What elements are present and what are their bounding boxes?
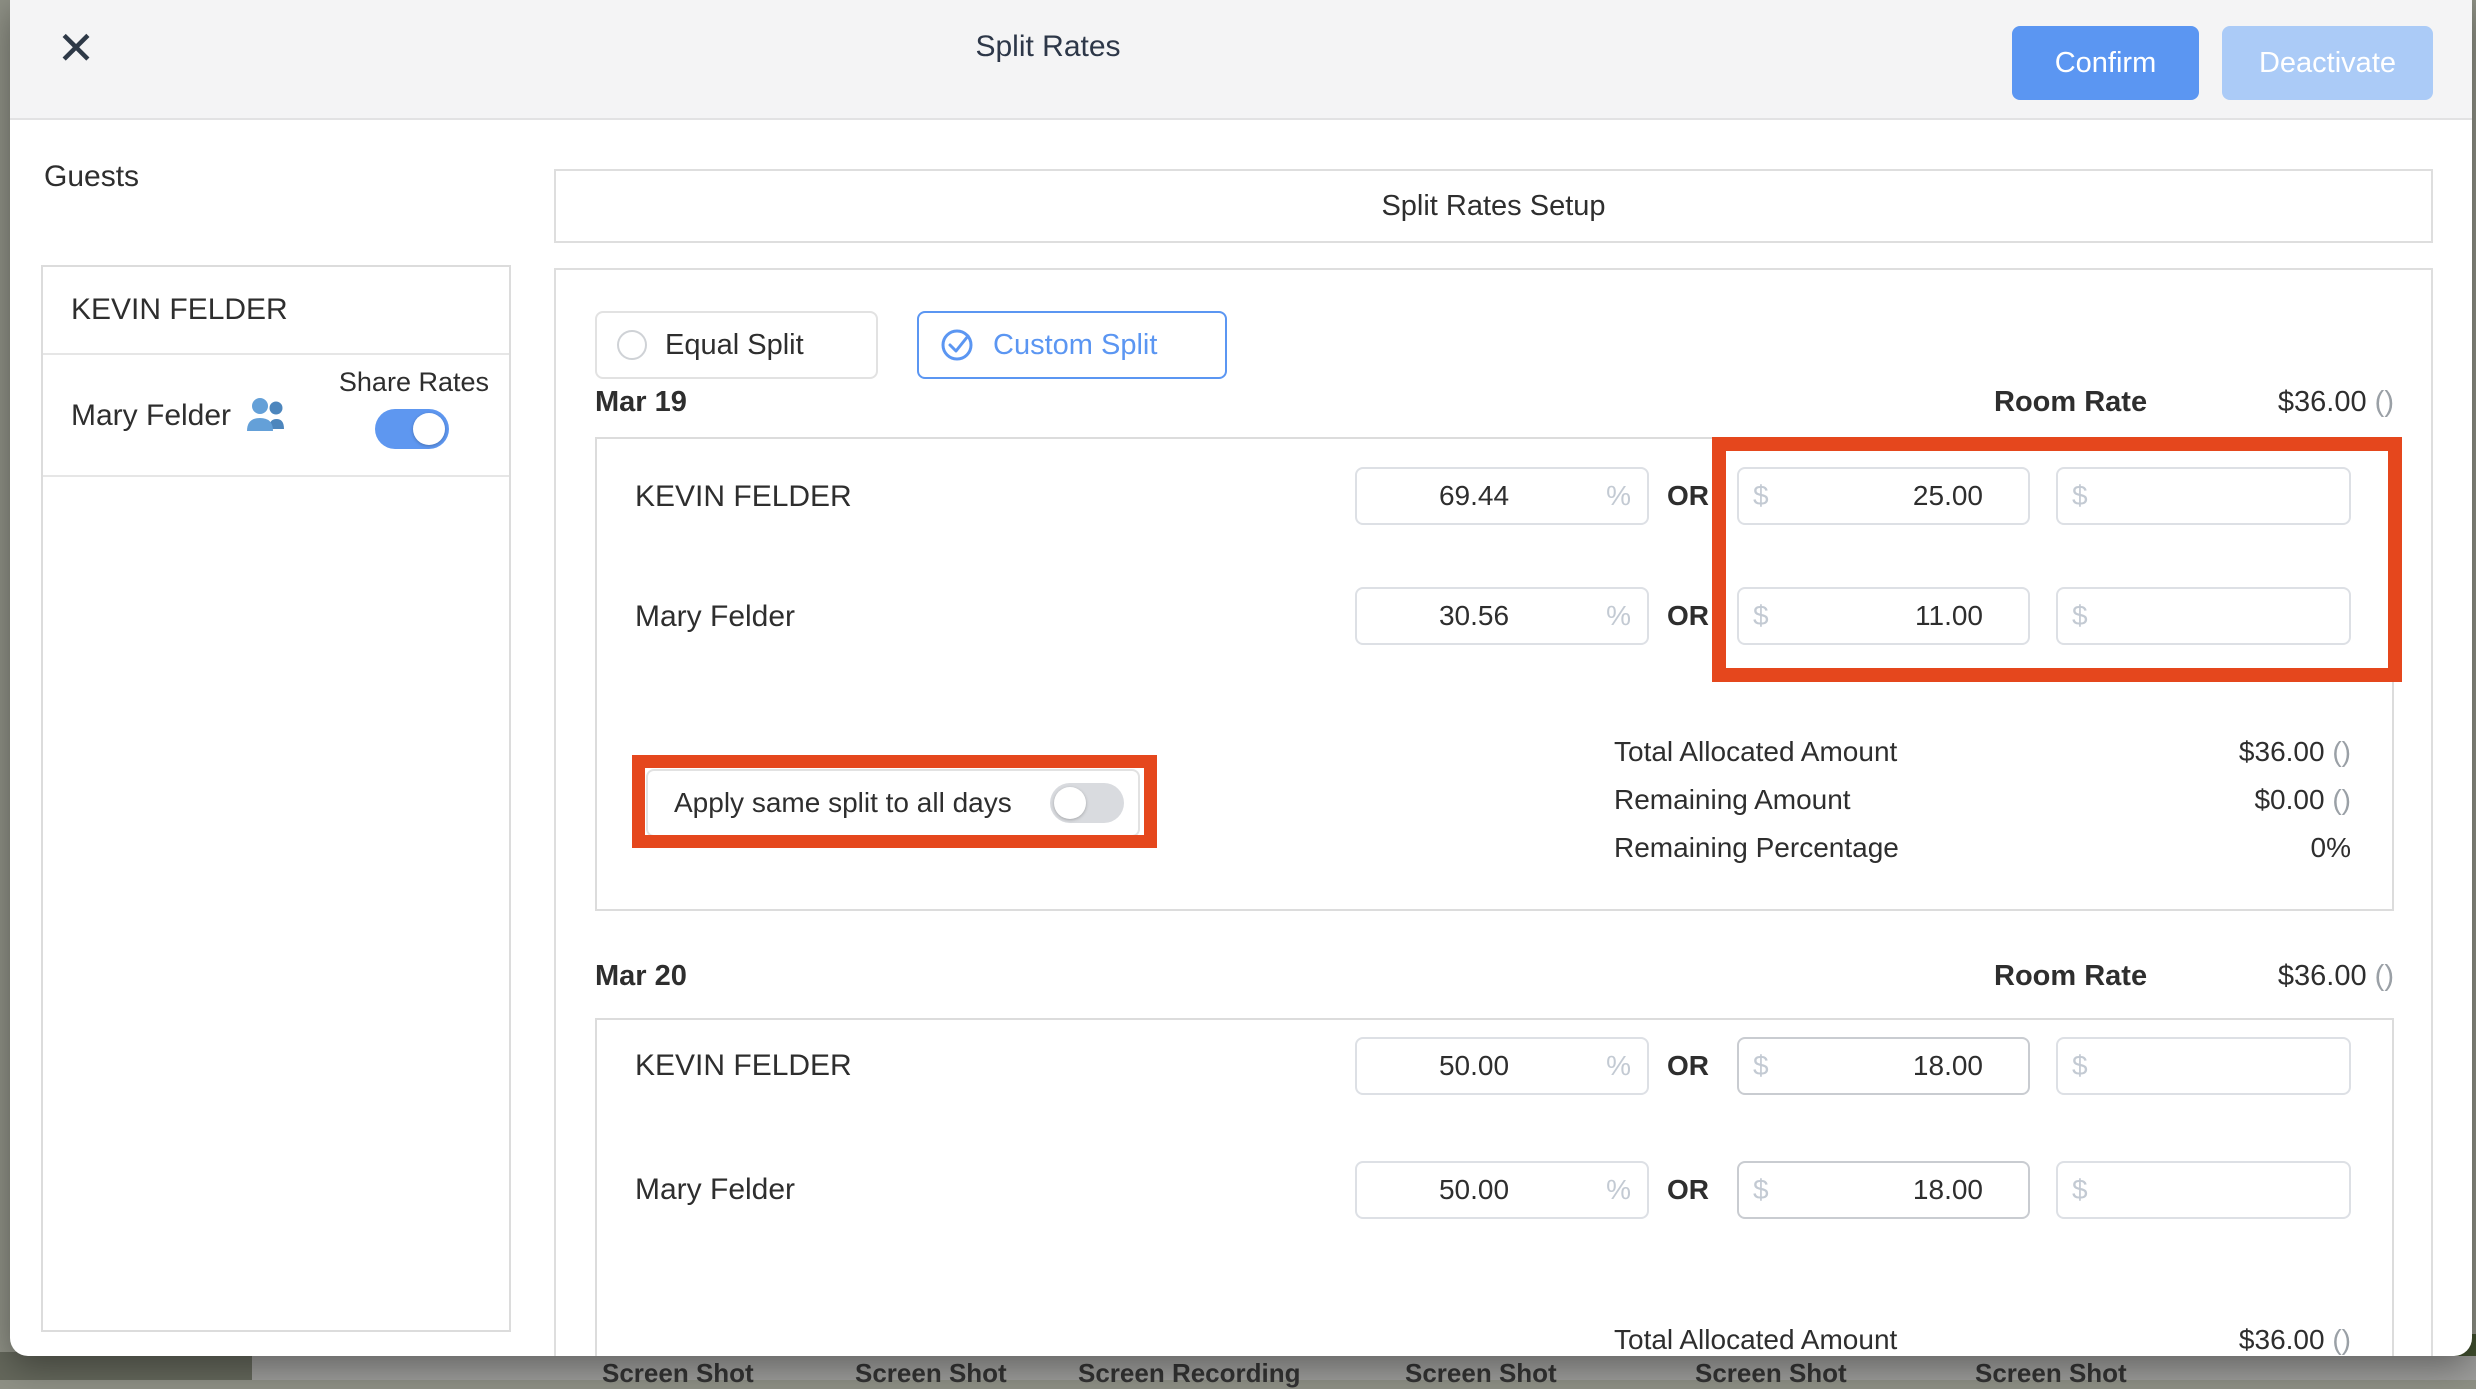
dollar-prefix: $ xyxy=(2058,1174,2088,1206)
remaining-percentage-value: 0% xyxy=(2051,830,2351,866)
percent-suffix: % xyxy=(1606,600,1631,632)
setup-title: Split Rates Setup xyxy=(1381,190,1605,223)
room-rate-label: Room Rate xyxy=(1994,960,2147,993)
amount-input-empty[interactable]: $ xyxy=(2056,1037,2351,1095)
dollar-prefix: $ xyxy=(1739,480,1769,512)
desktop-file-label[interactable]: Screen Shot xyxy=(855,1358,1007,1389)
share-rates-toggle[interactable] xyxy=(375,409,449,449)
dollar-prefix: $ xyxy=(1739,1174,1769,1206)
radio-unchecked-icon xyxy=(617,330,647,360)
apply-same-split-control: Apply same split to all days xyxy=(646,769,1140,837)
percent-suffix: % xyxy=(1606,480,1631,512)
equal-split-option[interactable]: Equal Split xyxy=(595,311,878,379)
split-row-name: KEVIN FELDER xyxy=(635,478,852,516)
or-label: OR xyxy=(1660,1037,1716,1095)
guest-name: Mary Felder xyxy=(71,399,231,433)
desktop-file-label[interactable]: Screen Shot xyxy=(1405,1358,1557,1389)
percent-suffix: % xyxy=(1606,1050,1631,1082)
amount-input-empty[interactable]: $ xyxy=(2056,1161,2351,1219)
close-icon[interactable]: ✕ xyxy=(48,20,104,76)
remaining-percentage-label: Remaining Percentage xyxy=(1614,830,1899,866)
dollar-prefix: $ xyxy=(1739,600,1769,632)
custom-split-option[interactable]: Custom Split xyxy=(917,311,1227,379)
primary-guest-name: KEVIN FELDER xyxy=(71,293,288,327)
room-rate-value: $36.00 () xyxy=(2154,386,2394,419)
percent-suffix: % xyxy=(1606,1174,1631,1206)
dollar-prefix: $ xyxy=(2058,480,2088,512)
split-row-name: KEVIN FELDER xyxy=(635,1047,852,1085)
primary-guest-row[interactable]: KEVIN FELDER xyxy=(43,267,509,355)
percent-input[interactable]: 50.00 % xyxy=(1355,1161,1649,1219)
dollar-prefix: $ xyxy=(2058,600,2088,632)
amount-input[interactable]: $ 11.00 xyxy=(1737,587,2030,645)
desktop-strip-left xyxy=(0,1352,252,1380)
desktop-file-label[interactable]: Screen Shot xyxy=(602,1358,754,1389)
split-row-name: Mary Felder xyxy=(635,598,795,636)
remaining-amount-label: Remaining Amount xyxy=(1614,782,1851,818)
percent-input[interactable]: 30.56 % xyxy=(1355,587,1649,645)
desktop-file-label[interactable]: Screen Shot xyxy=(1695,1358,1847,1389)
amount-input-empty[interactable]: $ xyxy=(2056,467,2351,525)
modal-header: ✕ Split Rates Confirm Deactivate xyxy=(10,0,2472,120)
day-date: Mar 19 xyxy=(595,386,687,419)
total-allocated-value: $36.00 () xyxy=(2051,734,2351,770)
desktop-file-label[interactable]: Screen Shot xyxy=(1975,1358,2127,1389)
guest-row-mary[interactable]: Mary Felder Share Rates xyxy=(43,355,509,477)
remaining-amount-value: $0.00 () xyxy=(2051,782,2351,818)
amount-input[interactable]: $ 18.00 xyxy=(1737,1161,2030,1219)
confirm-button[interactable]: Confirm xyxy=(2012,26,2199,100)
users-icon xyxy=(245,397,291,435)
total-allocated-value: $36.00 () xyxy=(2051,1322,2351,1356)
percent-input[interactable]: 69.44 % xyxy=(1355,467,1649,525)
total-allocated-label: Total Allocated Amount xyxy=(1614,734,1897,770)
deactivate-button[interactable]: Deactivate xyxy=(2222,26,2433,100)
share-rates-label: Share Rates xyxy=(339,367,489,398)
percent-input[interactable]: 50.00 % xyxy=(1355,1037,1649,1095)
or-label: OR xyxy=(1660,587,1716,645)
custom-split-label: Custom Split xyxy=(993,329,1157,362)
or-label: OR xyxy=(1660,1161,1716,1219)
day-date: Mar 20 xyxy=(595,960,687,993)
or-label: OR xyxy=(1660,467,1716,525)
amount-input-empty[interactable]: $ xyxy=(2056,587,2351,645)
modal-title: Split Rates xyxy=(848,30,1248,64)
split-row-name: Mary Felder xyxy=(635,1171,795,1209)
check-circle-icon xyxy=(939,327,975,363)
amount-input[interactable]: $ 18.00 xyxy=(1737,1037,2030,1095)
guest-list: KEVIN FELDER Mary Felder Share Rates xyxy=(41,265,511,1332)
equal-split-label: Equal Split xyxy=(665,329,804,362)
guests-heading: Guests xyxy=(44,160,139,194)
total-allocated-label: Total Allocated Amount xyxy=(1614,1322,1897,1356)
room-rate-value: $36.00 () xyxy=(2154,960,2394,993)
room-rate-label: Room Rate xyxy=(1994,386,2147,419)
apply-same-split-toggle[interactable] xyxy=(1050,783,1124,823)
desktop-file-label[interactable]: Screen Recording xyxy=(1078,1358,1301,1389)
amount-input[interactable]: $ 25.00 xyxy=(1737,467,2030,525)
dollar-prefix: $ xyxy=(1739,1050,1769,1082)
apply-same-split-label: Apply same split to all days xyxy=(674,787,1012,819)
dollar-prefix: $ xyxy=(2058,1050,2088,1082)
split-rates-modal: ✕ Split Rates Confirm Deactivate Guests … xyxy=(10,0,2472,1356)
setup-panel-header: Split Rates Setup xyxy=(554,169,2433,243)
